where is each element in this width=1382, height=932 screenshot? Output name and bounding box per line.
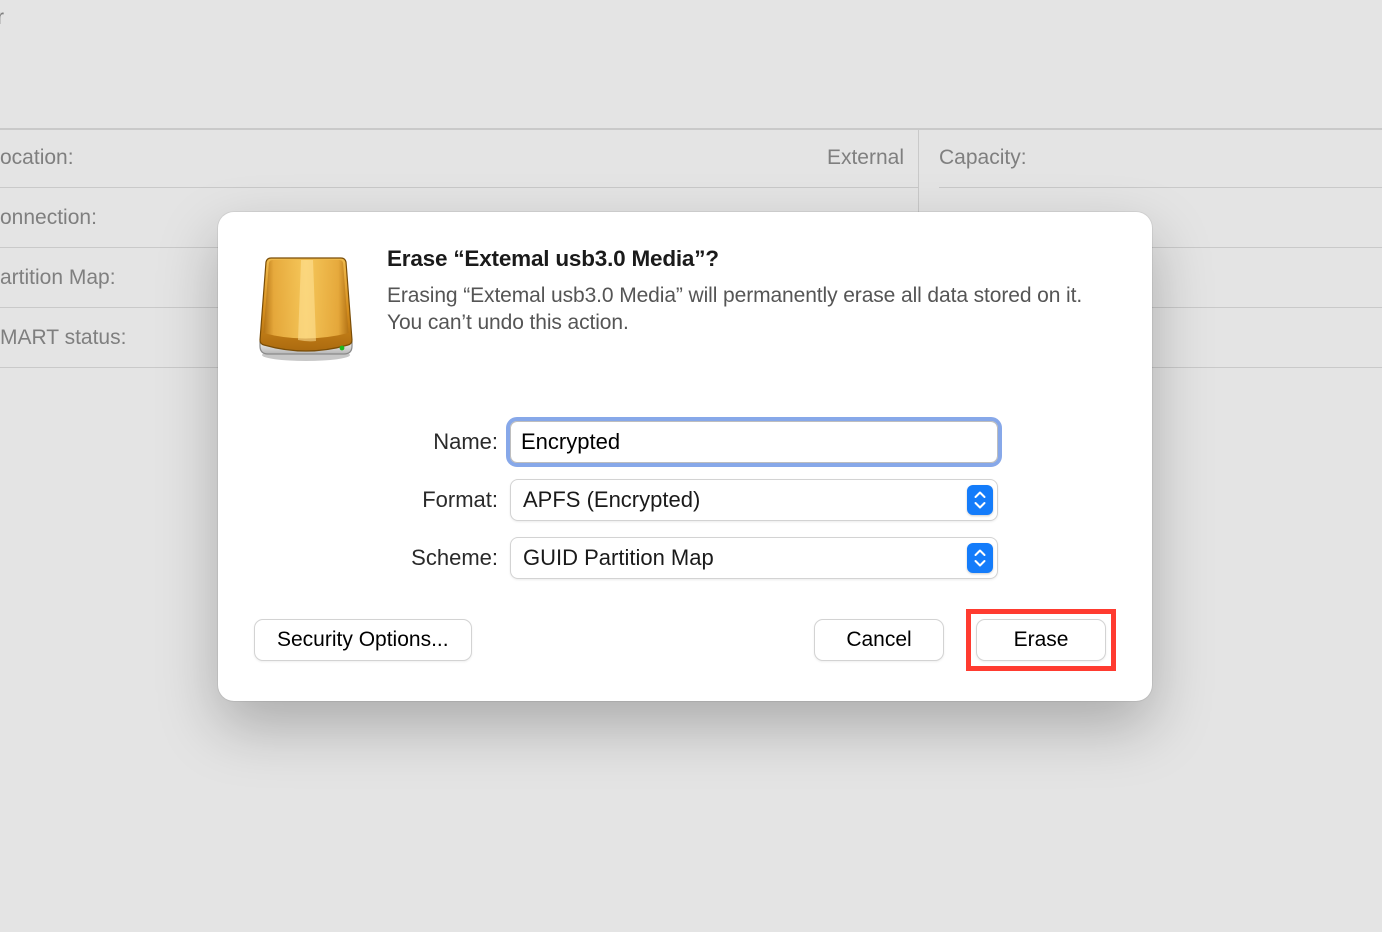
name-input[interactable] [510, 421, 998, 463]
updown-arrows-icon [967, 543, 993, 573]
info-row-capacity: Capacity: [939, 128, 1382, 188]
dialog-description: Erasing “Extemal usb3.0 Media” will perm… [387, 282, 1116, 337]
smart-label: MART status: [0, 326, 126, 350]
external-drive-icon [254, 246, 358, 369]
partition-map-label: artition Map: [0, 266, 116, 290]
scheme-value: GUID Partition Map [523, 545, 714, 571]
name-label: Name: [388, 429, 510, 455]
cancel-button[interactable]: Cancel [814, 619, 944, 661]
erase-dialog: Erase “Extemal usb3.0 Media”? Erasing “E… [218, 212, 1152, 701]
location-value: External [827, 146, 904, 170]
partial-text-top: r [0, 6, 4, 30]
format-label: Format: [388, 487, 510, 513]
connection-label: onnection: [0, 206, 97, 230]
format-value: APFS (Encrypted) [523, 487, 700, 513]
scheme-label: Scheme: [388, 545, 510, 571]
format-select[interactable]: APFS (Encrypted) [510, 479, 998, 521]
security-options-button[interactable]: Security Options... [254, 619, 472, 661]
updown-arrows-icon [967, 485, 993, 515]
erase-highlight-annotation: Erase [966, 609, 1116, 671]
erase-button[interactable]: Erase [976, 619, 1106, 661]
location-label: ocation: [0, 146, 74, 170]
scheme-select[interactable]: GUID Partition Map [510, 537, 998, 579]
capacity-label: Capacity: [939, 146, 1027, 170]
info-row-location: ocation: External [0, 128, 918, 188]
dialog-title: Erase “Extemal usb3.0 Media”? [387, 246, 1116, 272]
